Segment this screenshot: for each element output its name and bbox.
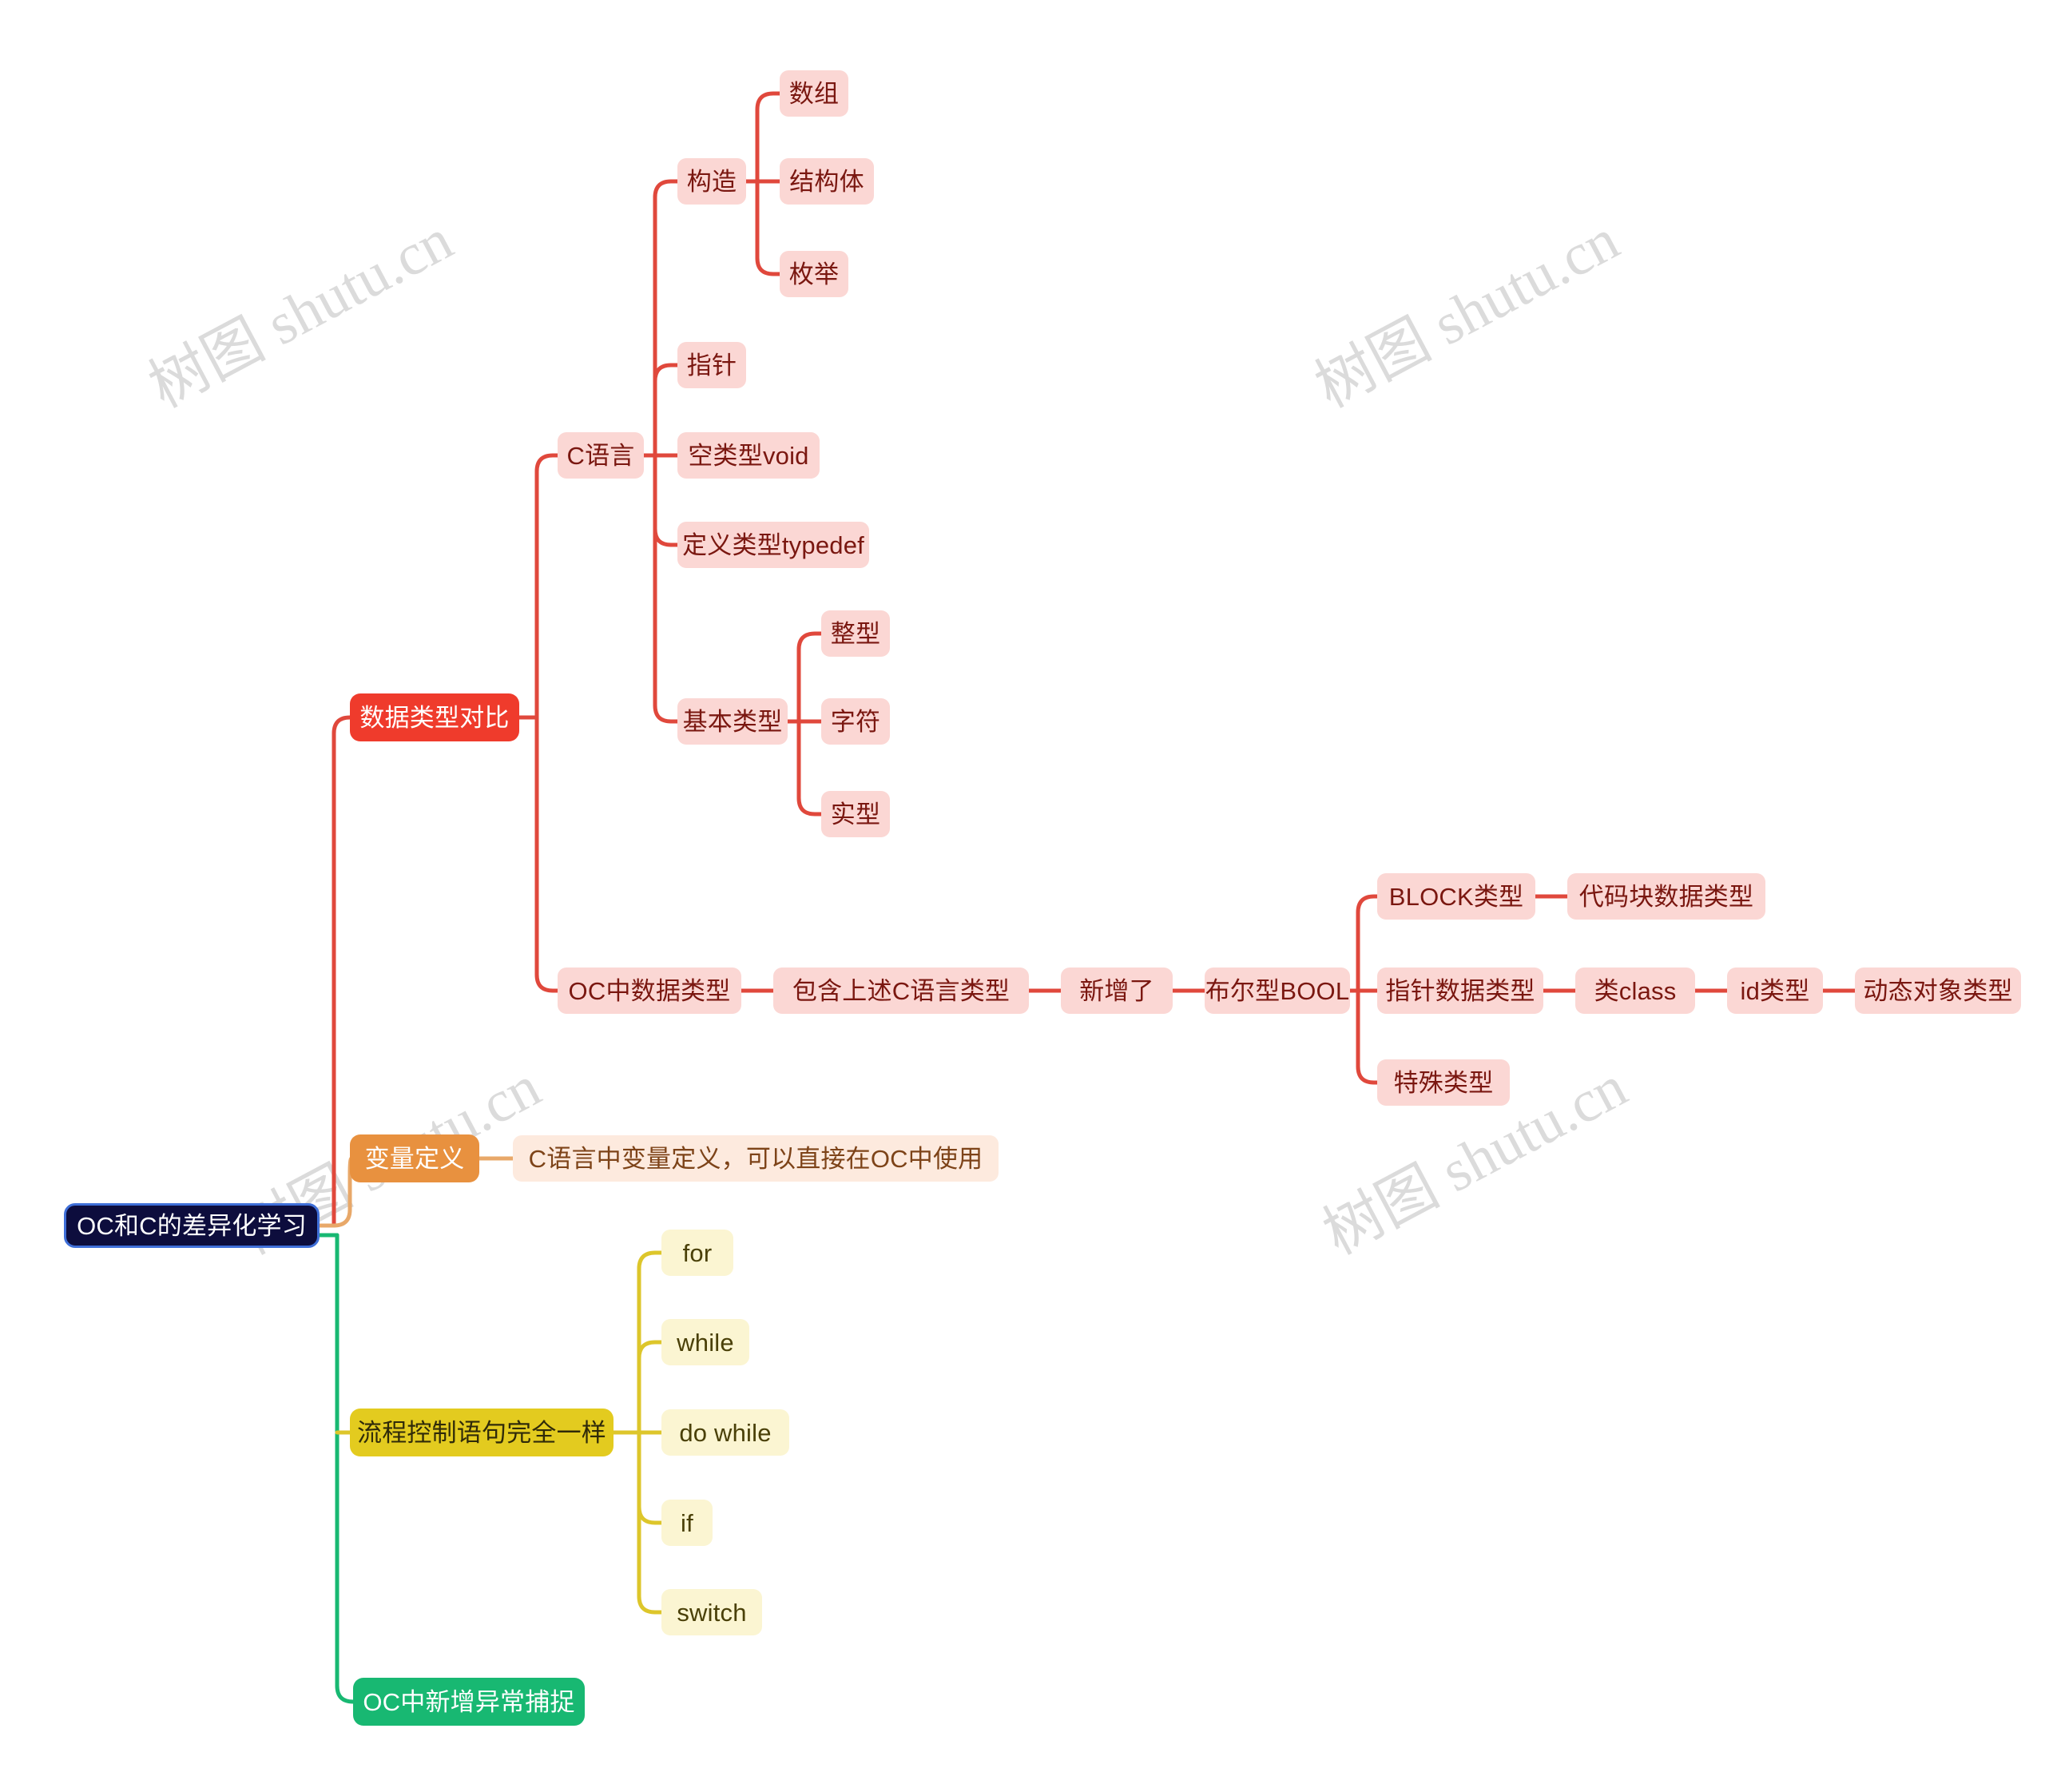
node-basic-type[interactable]: 基本类型 bbox=[677, 698, 788, 745]
node-variable-definition-detail[interactable]: C语言中变量定义，可以直接在OC中使用 bbox=[513, 1135, 999, 1182]
node-real-type[interactable]: 实型 bbox=[821, 791, 890, 837]
node-while[interactable]: while bbox=[661, 1319, 749, 1365]
mindmap-canvas: 树图 shutu.cn 树图 shutu.cn 树图 shutu.cn 树图 s… bbox=[0, 0, 2045, 1792]
node-bool-type[interactable]: 布尔型BOOL bbox=[1205, 968, 1350, 1014]
node-struct[interactable]: 结构体 bbox=[780, 158, 874, 205]
branch-node-exception-catch[interactable]: OC中新增异常捕捉 bbox=[353, 1678, 585, 1726]
watermark-text: 树图 shutu.cn bbox=[1305, 206, 1630, 421]
node-typedef[interactable]: 定义类型typedef bbox=[677, 522, 869, 568]
watermark-text: 树图 shutu.cn bbox=[139, 206, 463, 421]
node-code-block-data-type[interactable]: 代码块数据类型 bbox=[1567, 873, 1765, 920]
node-enum[interactable]: 枚举 bbox=[780, 251, 848, 297]
node-gouzao[interactable]: 构造 bbox=[677, 158, 746, 205]
node-newly-added[interactable]: 新增了 bbox=[1061, 968, 1173, 1014]
node-id-type[interactable]: id类型 bbox=[1727, 968, 1823, 1014]
node-array[interactable]: 数组 bbox=[780, 70, 848, 117]
node-oc-data-types[interactable]: OC中数据类型 bbox=[558, 968, 741, 1014]
node-pointer-data-type[interactable]: 指针数据类型 bbox=[1377, 968, 1543, 1014]
branch-node-variable-definition[interactable]: 变量定义 bbox=[350, 1134, 479, 1182]
node-switch[interactable]: switch bbox=[661, 1589, 762, 1635]
node-c-language[interactable]: C语言 bbox=[558, 432, 644, 479]
branch-node-flow-control[interactable]: 流程控制语句完全一样 bbox=[350, 1409, 614, 1456]
node-block-type[interactable]: BLOCK类型 bbox=[1377, 873, 1535, 920]
node-includes-c-types[interactable]: 包含上述C语言类型 bbox=[773, 968, 1029, 1014]
node-for[interactable]: for bbox=[661, 1230, 733, 1276]
branch-node-data-type-comparison[interactable]: 数据类型对比 bbox=[350, 693, 519, 741]
node-void-type[interactable]: 空类型void bbox=[677, 432, 820, 479]
node-pointer[interactable]: 指针 bbox=[677, 342, 746, 388]
node-if[interactable]: if bbox=[661, 1500, 713, 1546]
node-do-while[interactable]: do while bbox=[661, 1409, 789, 1456]
node-class-type[interactable]: 类class bbox=[1575, 968, 1695, 1014]
root-node[interactable]: OC和C的差异化学习 bbox=[64, 1203, 320, 1248]
node-char-type[interactable]: 字符 bbox=[821, 698, 890, 745]
node-special-type[interactable]: 特殊类型 bbox=[1377, 1059, 1510, 1106]
node-integer-type[interactable]: 整型 bbox=[821, 610, 890, 657]
node-dynamic-object-type[interactable]: 动态对象类型 bbox=[1855, 968, 2021, 1014]
